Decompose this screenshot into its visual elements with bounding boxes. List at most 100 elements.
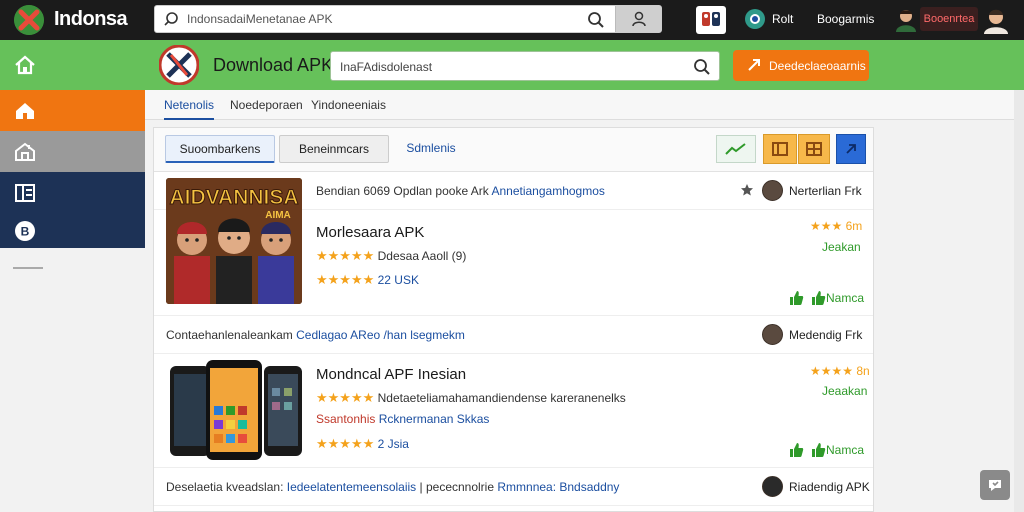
top-link[interactable]: Boogarmis (817, 12, 874, 26)
rating-value: 8n (856, 364, 870, 378)
view-button[interactable] (798, 134, 830, 164)
nav-tabs: Netenolis Noedeporaen Yindoneeniais (145, 90, 1014, 120)
scrollbar[interactable] (1014, 90, 1024, 512)
top-bar: Indonsa IndonsadaiMenetanae APK Rolt Boo… (0, 0, 1024, 40)
brand-name[interactable]: Indonsa (54, 8, 128, 31)
action-link[interactable]: Namca (826, 443, 864, 457)
globe-icon[interactable] (743, 7, 767, 31)
settings-button[interactable] (836, 134, 866, 164)
coin-icon: B (15, 221, 35, 241)
grid-icon (806, 142, 822, 156)
rating-stars: ★★★★★ (316, 436, 375, 451)
main-search-bar[interactable]: InaFAdisdolenast (330, 51, 720, 81)
rating-stars: ★★★★★ (316, 248, 375, 263)
item-user[interactable]: Medendig Frk (789, 328, 862, 342)
item-detail: Ddesaa Aaoll (9) (377, 249, 467, 263)
avatar[interactable] (983, 6, 1009, 34)
status-label: Jeaakan (822, 384, 868, 398)
sidebar-item-home[interactable] (0, 90, 145, 131)
home-icon (15, 55, 35, 75)
thumbs-up-icon[interactable] (788, 290, 804, 306)
svg-text:AIDVANNISA: AIDVANNISA (169, 186, 298, 209)
chart-button[interactable] (716, 135, 756, 163)
help-icon (989, 480, 1001, 491)
sidebar-item-home-top[interactable] (0, 40, 145, 90)
thumbs-up-icon[interactable] (788, 442, 804, 458)
filter-link[interactable]: Sdmlenis (396, 135, 466, 163)
tab-third[interactable]: Yindoneeniais (311, 98, 386, 112)
sidebar: B (0, 40, 145, 512)
tab-first[interactable]: Netenolis (164, 98, 215, 120)
sidebar-item-coins[interactable]: B (0, 213, 145, 248)
home-icon (16, 103, 34, 119)
action-link[interactable]: Namca (826, 291, 864, 305)
item-title[interactable]: Morlesaara APK (316, 224, 424, 241)
main-search-input[interactable]: InaFAdisdolenast (340, 60, 432, 74)
item-link[interactable]: Annetiangamhogmos (491, 184, 604, 198)
rating-value: 6m (845, 219, 863, 233)
view-button[interactable] (763, 134, 797, 164)
star-icon[interactable] (740, 183, 754, 197)
list-item[interactable]: Mondncal APF Inesian ★★★★★ Ndetaeteliama… (154, 354, 873, 468)
top-search-input[interactable]: IndonsadaiMenetanae APK (187, 12, 332, 26)
filter-button[interactable]: Beneinmcars (279, 135, 389, 163)
search-icon[interactable] (693, 58, 711, 76)
avatar[interactable] (762, 476, 783, 497)
sidebar-item-library[interactable] (0, 172, 145, 213)
top-link[interactable]: Rolt (772, 12, 793, 26)
help-button[interactable] (980, 470, 1010, 500)
item-meta: | pececnnolrie (419, 480, 495, 494)
download-button-label: Deedeclaeoaarnis (769, 59, 866, 73)
download-icon (748, 59, 760, 71)
download-button[interactable]: Deedeclaeoaarnis (733, 50, 869, 81)
tab-second[interactable]: Noedeporaen (230, 98, 303, 112)
grid-icon (772, 142, 788, 156)
list-item-header: Deselaetia kveadslan: Iedeelatentemeenso… (154, 468, 873, 506)
rating-stars: ★★★★ (810, 364, 854, 378)
item-meta: Deselaetia kveadslan: (166, 480, 284, 494)
app-thumbnail[interactable] (166, 360, 306, 464)
filter-button[interactable]: Suoombarkens (165, 135, 275, 163)
grid-icon (15, 184, 35, 202)
rating-stars: ★★★ (810, 219, 843, 233)
search-icon (164, 12, 178, 26)
item-link[interactable]: /han lsegmekm (384, 328, 465, 342)
app-thumbnail[interactable]: AIDVANNISA AIMA (166, 178, 302, 304)
thumbs-up-icon[interactable] (810, 290, 826, 306)
more-dots[interactable] (13, 266, 43, 270)
svg-text:AIMA: AIMA (265, 210, 291, 221)
item-detail: Ssantonhis (316, 412, 376, 426)
results-panel: Suoombarkens Beneinmcars Sdmlenis Bendia… (153, 127, 874, 512)
avatar[interactable] (762, 324, 783, 345)
list-item[interactable]: AIDVANNISA AIMA Morlesaara APK ★★★★★ Dde… (154, 178, 873, 316)
item-link[interactable]: Iedeelatentemeensolaiis (287, 480, 416, 494)
user-icon (632, 11, 646, 27)
user-button[interactable] (615, 6, 661, 32)
rating-stars: ★★★★★ (316, 272, 375, 287)
app-logo-icon[interactable] (159, 45, 199, 85)
avatar[interactable] (895, 8, 917, 32)
top-search-bar[interactable]: IndonsadaiMenetanae APK (154, 5, 662, 33)
sidebar-item-store[interactable] (0, 131, 145, 172)
item-user[interactable]: Riadendig APK (789, 480, 870, 494)
account-badge[interactable]: Booenrtea (920, 7, 978, 31)
gear-icon (846, 144, 856, 154)
page-title: Download APK (213, 55, 334, 75)
rating-stars: ★★★★★ (316, 390, 375, 405)
avatar[interactable] (762, 180, 783, 201)
svg-text:B: B (21, 225, 30, 239)
app-header: Download APK InaFAdisdolenast Deedeclaeo… (145, 40, 1024, 90)
filter-bar: Suoombarkens Beneinmcars Sdmlenis (154, 128, 873, 172)
thumbs-up-icon[interactable] (810, 442, 826, 458)
item-link[interactable]: Rmmnnea: Bndsaddny (497, 480, 619, 494)
item-title[interactable]: Mondncal APF Inesian (316, 366, 466, 383)
status-label: Jeakan (822, 240, 861, 254)
item-detail: Rcknermanan Skkas (378, 412, 490, 426)
item-detail: 2 Jsia (377, 437, 409, 451)
item-detail: Ndetaeteliamahamandiendense kareranenelk… (377, 391, 626, 405)
logo-icon[interactable] (14, 5, 44, 35)
item-user[interactable]: Nerterlian Frk (789, 184, 862, 198)
app-icon[interactable] (696, 6, 726, 34)
item-link[interactable]: Cedlagao AReo (296, 328, 380, 342)
search-icon[interactable] (587, 11, 605, 29)
